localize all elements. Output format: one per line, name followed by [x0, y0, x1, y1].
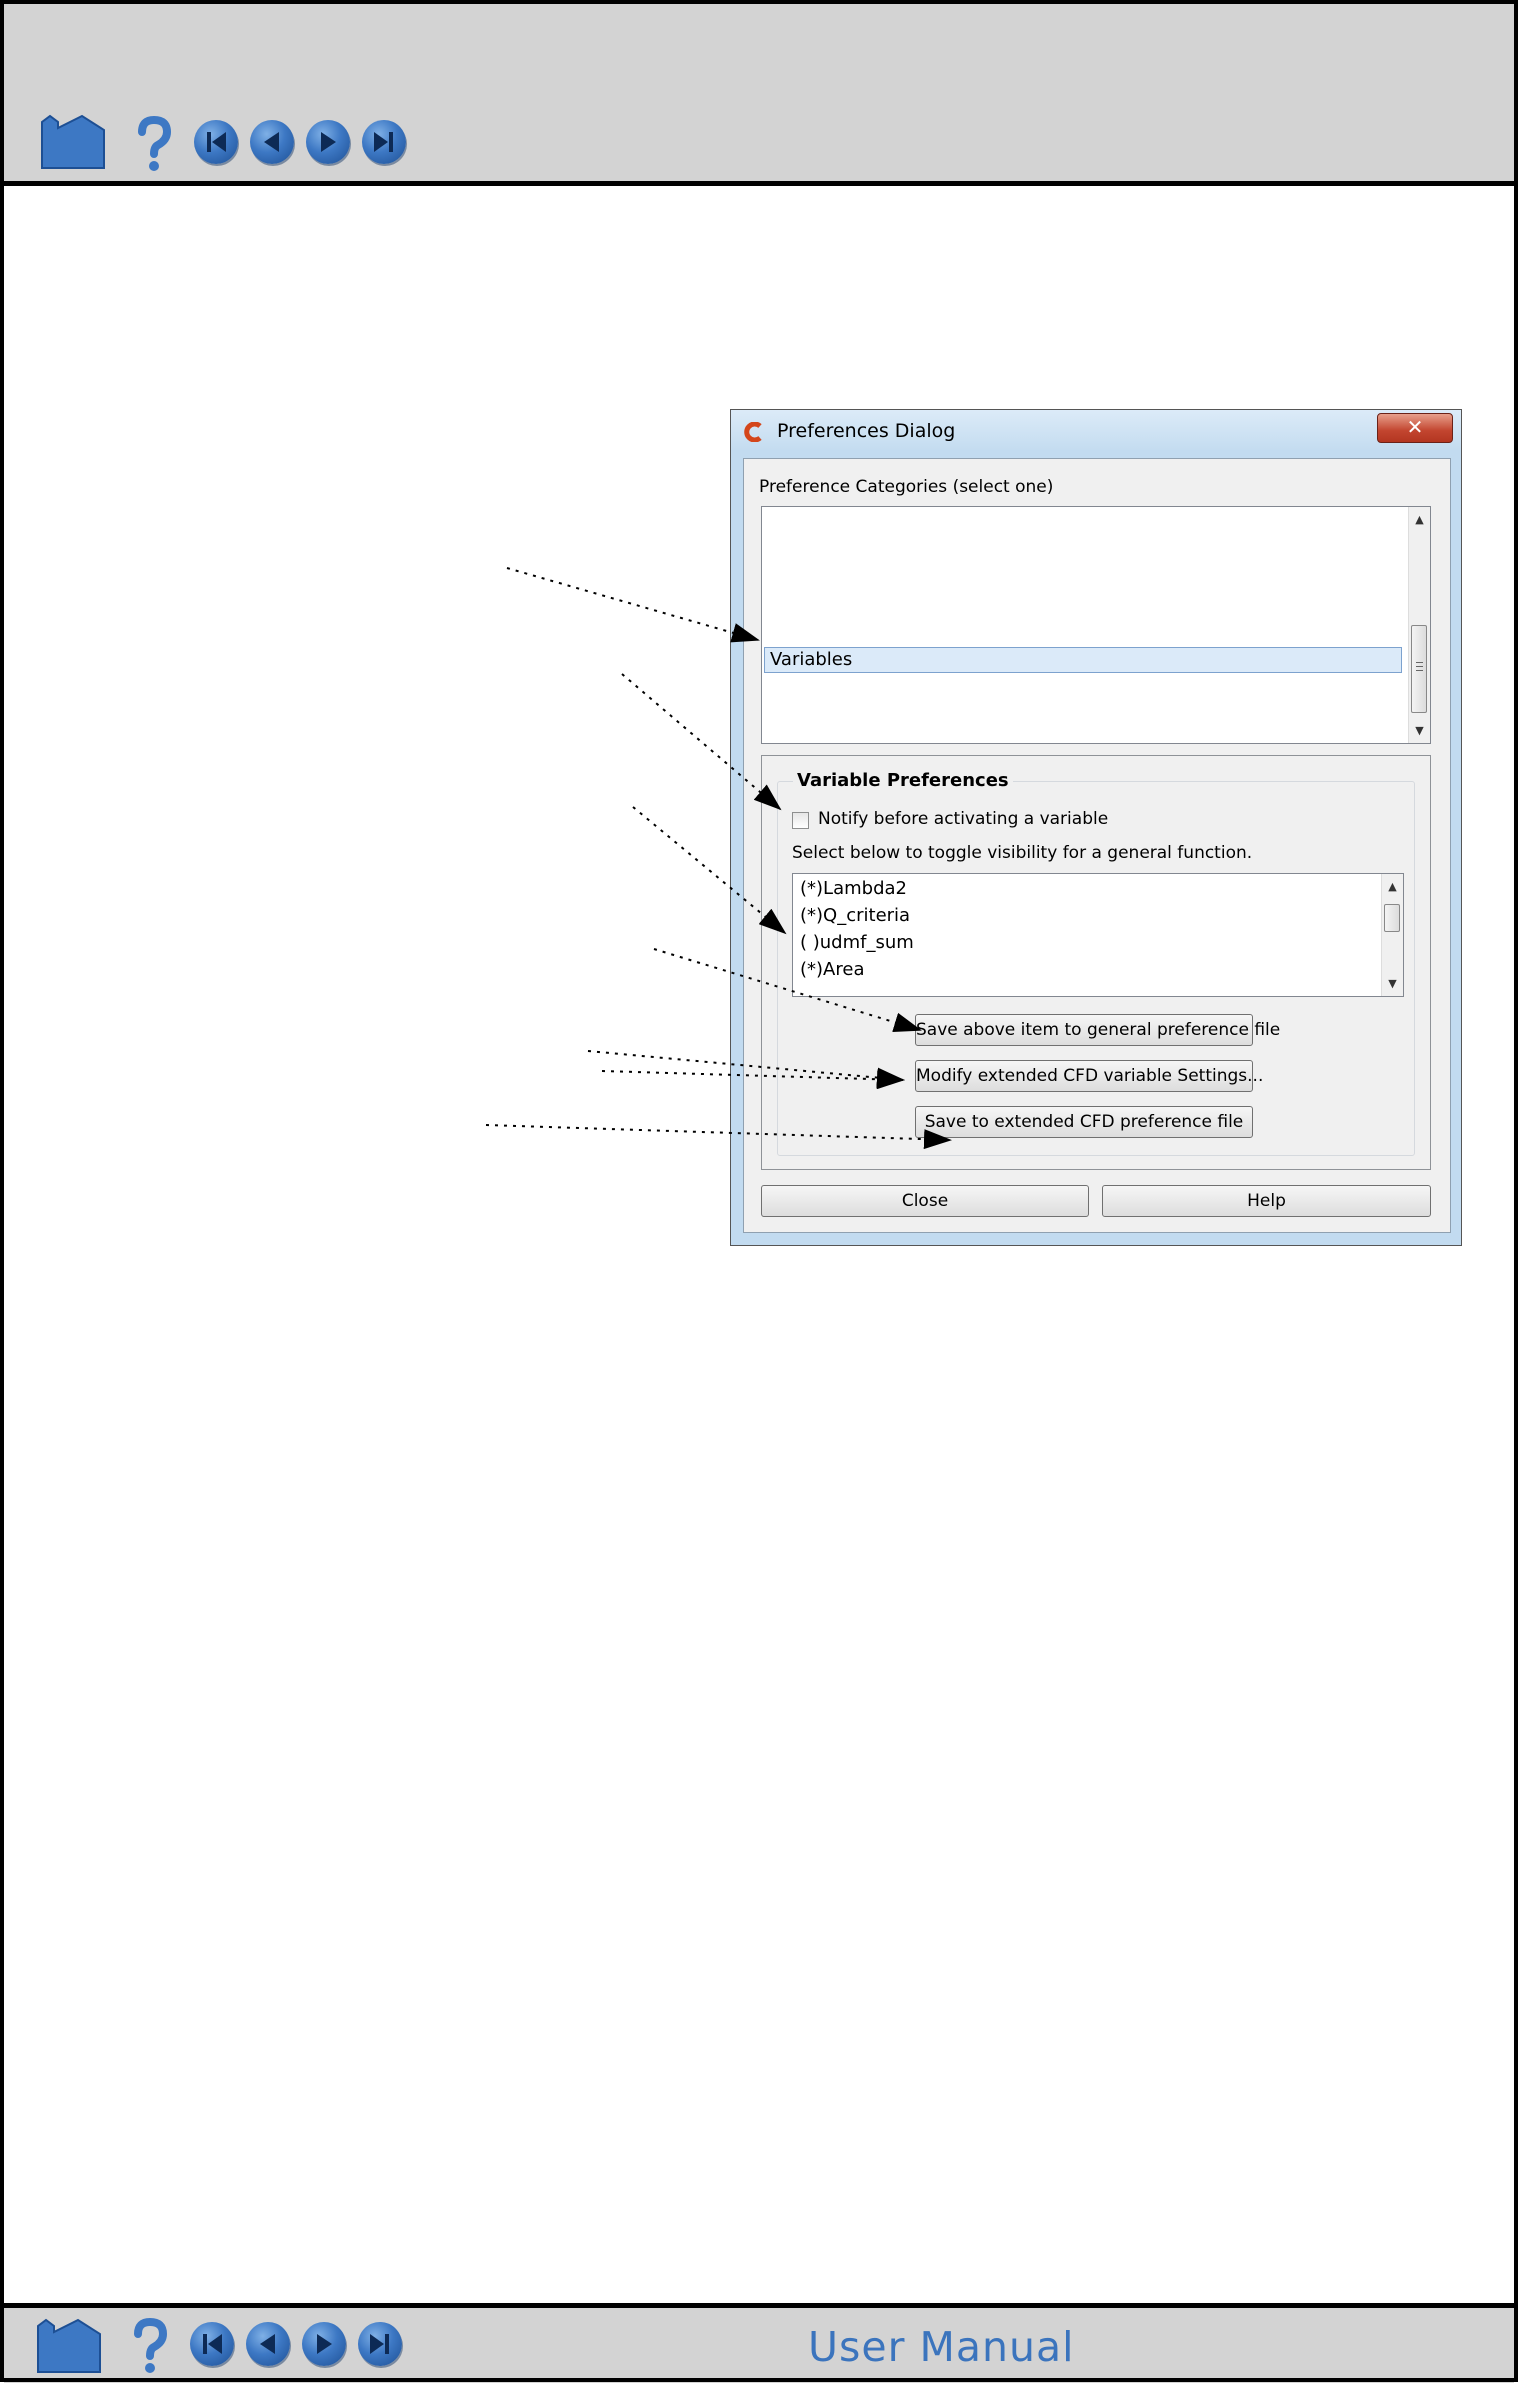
callout-arrow-save-general: [653, 948, 922, 1032]
first-page-icon[interactable]: [190, 2322, 234, 2366]
callout-arrow-save-cfd: [485, 1124, 952, 1150]
callout-arrow-variables-list: [632, 806, 787, 935]
home-icon[interactable]: [34, 2316, 104, 2374]
previous-page-icon[interactable]: [246, 2322, 290, 2366]
footer-title: User Manual: [808, 2323, 1075, 2371]
callout-arrows: [485, 567, 952, 1150]
callout-arrow-notify: [621, 673, 782, 811]
next-page-icon[interactable]: [302, 2322, 346, 2366]
callout-arrow-modify-1: [587, 1050, 905, 1088]
help-icon[interactable]: [130, 2318, 170, 2374]
bottom-toolbar: [4, 2303, 1514, 2383]
callout-arrow-categories: [506, 567, 760, 643]
last-page-icon[interactable]: [358, 2322, 402, 2366]
